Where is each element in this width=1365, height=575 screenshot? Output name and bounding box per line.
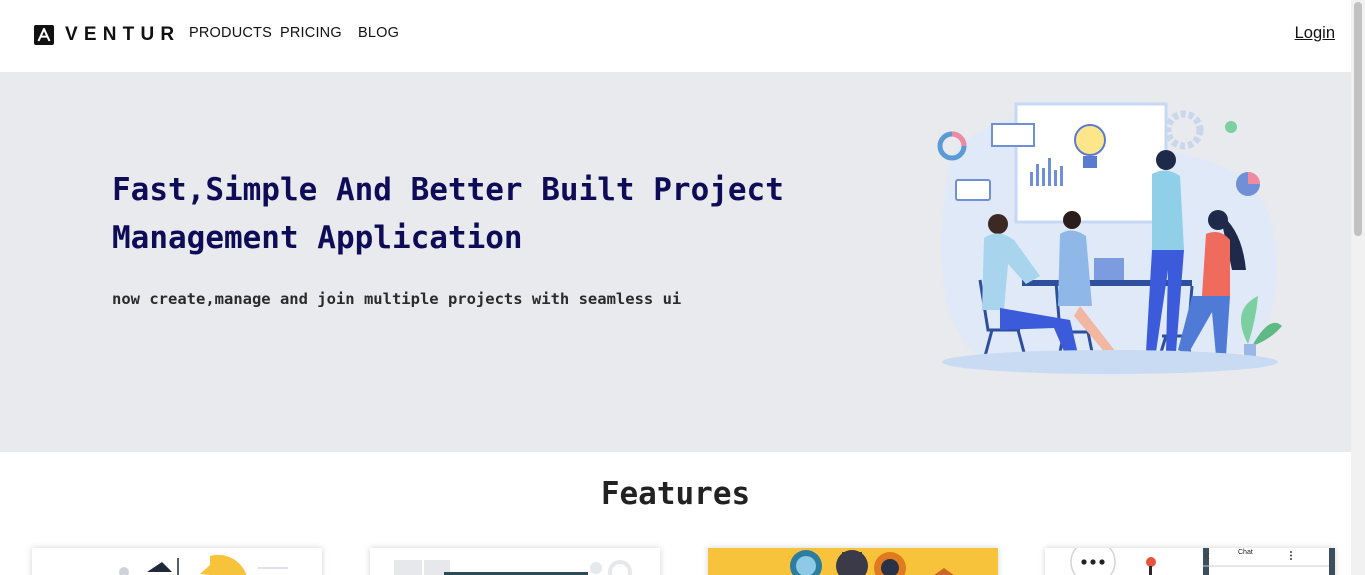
top-navbar: VENTUR PRODUCTS PRICING BLOG Login: [0, 0, 1351, 72]
scrollbar-thumb[interactable]: [1354, 2, 1362, 236]
chart-analytics-illustration: [119, 554, 288, 575]
brand-name: VENTUR: [65, 24, 181, 45]
nav-products[interactable]: PRODUCTS: [189, 25, 272, 41]
hero-subtitle: now create,manage and join multiple proj…: [112, 290, 682, 308]
nav-blog[interactable]: BLOG: [358, 25, 399, 41]
team-avatars-illustration: [790, 550, 954, 575]
page-scrollbar[interactable]: [1351, 0, 1365, 575]
feature-card[interactable]: [32, 548, 322, 575]
logo-icon: [34, 25, 54, 45]
features-title: Features: [600, 476, 751, 512]
dashboard-screen-illustration: [394, 560, 632, 575]
chat-caption: Chat: [1238, 549, 1253, 556]
feature-card[interactable]: Chat: [1045, 548, 1335, 575]
feature-card[interactable]: [370, 548, 660, 575]
team-meeting-illustration: [937, 102, 1282, 376]
login-link[interactable]: Login: [1295, 24, 1335, 43]
nav-pricing[interactable]: PRICING: [280, 25, 342, 41]
brand-logo[interactable]: VENTUR: [34, 24, 180, 46]
chat-app-illustration: [1070, 548, 1335, 575]
hero-title: Fast,Simple And Better Built Project Man…: [112, 172, 784, 256]
hero-section: Fast,Simple And Better Built Project Man…: [0, 72, 1351, 452]
feature-card[interactable]: [708, 548, 998, 575]
